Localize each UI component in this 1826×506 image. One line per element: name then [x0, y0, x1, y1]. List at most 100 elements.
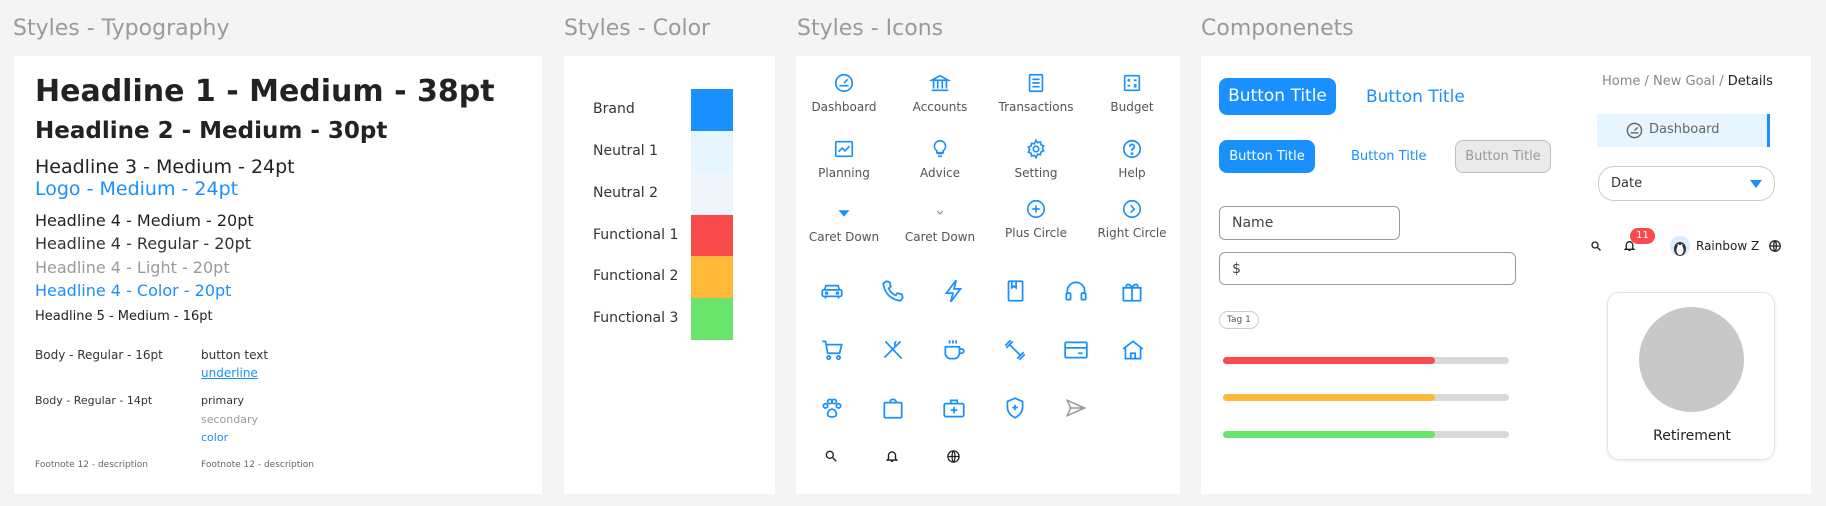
nav-item-dashboard[interactable]: Dashboard	[1597, 114, 1770, 147]
icons-card: Dashboard Accounts Transactions Budget P…	[796, 56, 1180, 494]
button-text-sample: button text	[201, 348, 269, 362]
breadcrumb-separator: /	[1715, 74, 1728, 89]
credit-card-icon[interactable]	[1062, 337, 1090, 363]
currency-symbol: $	[1232, 260, 1241, 277]
breadcrumb-goal[interactable]: New Goal	[1653, 74, 1715, 89]
right-circle-icon	[1122, 199, 1142, 219]
headline-3: Headline 3 - Medium - 24pt	[35, 156, 295, 178]
name-input[interactable]: Name	[1219, 206, 1400, 240]
tag-chip[interactable]: Tag 1	[1219, 311, 1259, 329]
send-icon[interactable]	[1063, 395, 1089, 421]
color-row-brand: Brand	[564, 89, 775, 131]
bank-icon	[929, 74, 951, 92]
typography-section-title: Styles - Typography	[13, 16, 230, 41]
breadcrumb-current: Details	[1727, 74, 1773, 89]
icon-label: Setting	[1014, 166, 1058, 180]
car-icon[interactable]	[819, 278, 845, 304]
icon-label: Right Circle	[1097, 226, 1167, 240]
plus-circle-icon-cell[interactable]: Plus Circle	[988, 198, 1084, 240]
primary-button-large[interactable]: Button Title	[1219, 78, 1336, 115]
headline-4-regular: Headline 4 - Regular - 20pt	[35, 234, 252, 253]
icon-label: Transactions	[998, 100, 1074, 114]
setting-icon-cell[interactable]: Setting	[988, 138, 1084, 180]
globe-icon[interactable]	[946, 449, 961, 464]
caret-down-filled-cell[interactable]: Caret Down	[796, 202, 892, 244]
primary-button-small[interactable]: Button Title	[1219, 140, 1315, 173]
primary-text: primary	[201, 394, 245, 407]
icon-label: Help	[1118, 166, 1146, 180]
search-icon[interactable]	[1590, 240, 1602, 252]
utensils-icon[interactable]	[880, 337, 906, 363]
headline-4-light: Headline 4 - Light - 20pt	[35, 258, 230, 277]
transactions-icon-cell[interactable]: Transactions	[988, 72, 1084, 114]
gear-icon	[1027, 138, 1045, 160]
amount-input[interactable]: $	[1219, 252, 1516, 285]
caret-down-icon	[838, 210, 850, 217]
color-swatch	[691, 173, 733, 215]
footnote-left: Footnote 12 - description	[35, 460, 148, 470]
color-swatch	[691, 256, 733, 298]
color-label: Functional 1	[593, 227, 679, 243]
icon-label: Dashboard	[811, 100, 877, 114]
goal-card[interactable]: Retirement	[1607, 292, 1775, 460]
color-card: Brand Neutral 1 Neutral 2 Functional 1 F…	[564, 56, 775, 494]
progress-fill	[1223, 357, 1435, 364]
plus-circle-icon	[1026, 199, 1046, 219]
lightbulb-icon	[933, 139, 947, 158]
paw-icon[interactable]	[819, 395, 845, 421]
progress-bar-red	[1223, 357, 1509, 364]
date-dropdown[interactable]: Date	[1598, 166, 1775, 201]
breadcrumb-separator: /	[1640, 74, 1654, 89]
book-icon[interactable]	[1002, 278, 1028, 304]
body-16-sample: Body - Regular - 16pt	[35, 348, 163, 362]
typography-card: Headline 1 - Medium - 38pt Headline 2 - …	[14, 56, 542, 494]
headphones-icon[interactable]	[1063, 278, 1089, 304]
headline-4-color: Headline 4 - Color - 20pt	[35, 281, 232, 300]
home-icon[interactable]	[1120, 337, 1146, 363]
color-text: color	[201, 431, 229, 444]
color-label: Brand	[593, 101, 635, 117]
help-icon	[1122, 139, 1142, 159]
medical-kit-icon[interactable]	[941, 395, 967, 421]
dropdown-value: Date	[1611, 176, 1643, 191]
coffee-icon[interactable]	[941, 337, 967, 363]
gift-icon[interactable]	[1119, 278, 1145, 304]
user-name[interactable]: Rainbow Z	[1696, 239, 1759, 253]
advice-icon-cell[interactable]: Advice	[892, 138, 988, 180]
icon-label: Advice	[919, 166, 961, 180]
text-button-small[interactable]: Button Title	[1351, 149, 1427, 164]
phone-icon[interactable]	[880, 278, 906, 304]
help-icon-cell[interactable]: Help	[1084, 138, 1180, 180]
dashboard-icon-cell[interactable]: Dashboard	[796, 72, 892, 114]
headline-5: Headline 5 - Medium - 16pt	[35, 309, 213, 324]
breadcrumb: Home / New Goal / Details	[1602, 74, 1773, 89]
accounts-icon-cell[interactable]: Accounts	[892, 72, 988, 114]
icon-label: Planning	[818, 166, 870, 180]
caret-down-outline-cell[interactable]: Caret Down	[892, 202, 988, 244]
body-14-sample: Body - Regular - 14pt	[35, 394, 153, 407]
underline-link[interactable]: underline	[201, 366, 258, 380]
headline-4-medium: Headline 4 - Medium - 20pt	[35, 211, 254, 230]
breadcrumb-home[interactable]: Home	[1602, 74, 1640, 89]
progress-bar-yellow	[1223, 394, 1509, 401]
search-icon[interactable]	[824, 449, 838, 463]
text-button-large[interactable]: Button Title	[1366, 87, 1465, 107]
dumbbell-icon[interactable]	[1002, 337, 1028, 363]
shield-icon[interactable]	[1002, 395, 1028, 421]
avatar[interactable]	[1670, 236, 1690, 256]
planning-icon-cell[interactable]: Planning	[796, 138, 892, 180]
globe-icon[interactable]	[1768, 239, 1782, 253]
headline-1: Headline 1 - Medium - 38pt	[35, 74, 495, 109]
lightning-icon[interactable]	[941, 278, 967, 304]
progress-fill	[1223, 394, 1435, 401]
icon-label: Caret Down	[808, 230, 880, 244]
cart-icon[interactable]	[819, 337, 845, 363]
bell-icon[interactable]	[885, 449, 899, 463]
chevron-down-icon	[936, 210, 944, 215]
planning-icon	[834, 140, 854, 158]
right-circle-icon-cell[interactable]: Right Circle	[1084, 198, 1180, 240]
transactions-icon	[1028, 73, 1044, 93]
color-label: Neutral 2	[593, 185, 659, 201]
budget-icon-cell[interactable]: Budget	[1084, 72, 1180, 114]
shopping-bag-icon[interactable]	[880, 395, 906, 421]
